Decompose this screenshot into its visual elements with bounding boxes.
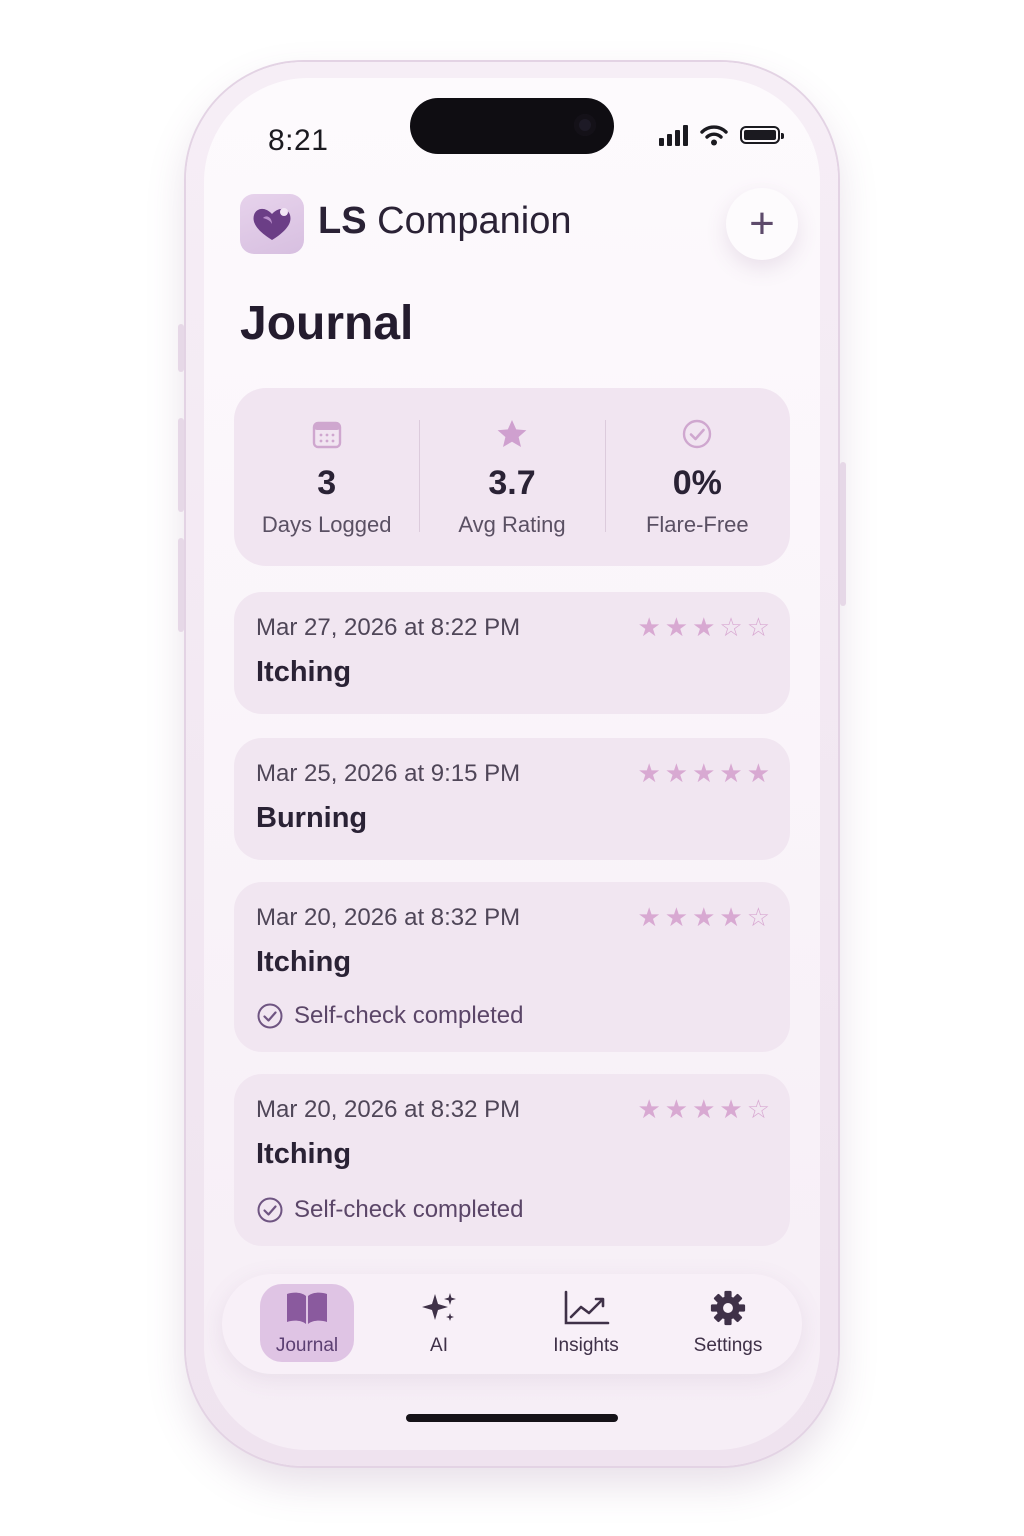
stat-value: 0% (672, 464, 722, 502)
star-empty-icon: ☆ (746, 902, 770, 932)
self-check-status: Self-check completed (256, 1002, 523, 1030)
stat-avg-rating: 3.7 Avg Rating (419, 388, 604, 566)
screen: 8:21 LS Companion + Journal 3 Days Logge… (204, 78, 820, 1450)
app-logo (240, 194, 304, 254)
phone-frame: 8:21 LS Companion + Journal 3 Days Logge… (178, 62, 846, 1466)
app-title-rest: Companion (377, 200, 572, 242)
entry-symptom: Itching (256, 946, 352, 978)
check-circle-icon (257, 1197, 283, 1223)
power-button (840, 462, 846, 606)
entry-rating: ★ ★ ★ ☆ ☆ (637, 614, 770, 640)
star-filled-icon: ★ (719, 1094, 743, 1124)
star-filled-icon: ★ (746, 758, 770, 788)
stat-label: Avg Rating (458, 512, 566, 537)
entry-rating: ★ ★ ★ ★ ★ (637, 760, 770, 786)
star-filled-icon: ★ (692, 1094, 716, 1124)
stat-days-logged: 3 Days Logged (234, 388, 419, 566)
star-filled-icon: ★ (692, 758, 716, 788)
stats-card: 3 Days Logged 3.7 Avg Rating 0% Flare-Fr… (234, 388, 790, 566)
dynamic-island (410, 98, 614, 154)
tab-ai[interactable]: AI (394, 1284, 484, 1362)
home-indicator[interactable] (406, 1414, 618, 1422)
gear-icon (710, 1290, 746, 1326)
star-filled-icon: ★ (664, 902, 689, 932)
sparkles-icon (422, 1293, 456, 1321)
star-filled-icon: ★ (637, 902, 661, 932)
stat-label: Flare-Free (645, 512, 749, 537)
battery-icon (740, 126, 784, 144)
stat-label: Days Logged (261, 512, 392, 537)
action-button (178, 324, 184, 372)
entry-symptom: Burning (256, 802, 368, 834)
star-filled-icon: ★ (664, 1094, 689, 1124)
tab-settings[interactable]: Settings (678, 1284, 778, 1362)
star-filled-icon: ★ (719, 902, 743, 932)
star-filled-icon: ★ (637, 1094, 661, 1124)
camera-icon (574, 114, 596, 136)
wifi-icon (700, 125, 728, 146)
journal-entry[interactable]: Mar 20, 2026 at 8:32 PM Itching ★ ★ ★ ★ ☆ Se… (234, 882, 790, 1052)
tab-bar: Journal AI Insights Settings (222, 1274, 802, 1374)
star-filled-icon: ★ (692, 612, 716, 642)
star-empty-icon: ☆ (746, 1094, 770, 1124)
volume-up-button (178, 418, 184, 512)
entry-rating: ★ ★ ★ ★ ☆ (637, 904, 770, 930)
cellular-signal-icon (659, 124, 688, 146)
self-check-label: Self-check completed (294, 1002, 524, 1029)
self-check-label: Self-check completed (294, 1196, 524, 1223)
tab-label: Journal (275, 1335, 339, 1356)
journal-entry[interactable]: Mar 27, 2026 at 8:22 PM Itching ★ ★ ★ ☆ ☆ (234, 592, 790, 714)
tab-insights[interactable]: Insights (536, 1284, 636, 1362)
entry-symptom: Itching (256, 656, 352, 688)
chart-icon (564, 1290, 610, 1325)
star-icon (497, 420, 527, 447)
star-empty-icon: ☆ (719, 612, 743, 642)
book-icon (287, 1292, 327, 1324)
star-filled-icon: ★ (692, 902, 716, 932)
journal-entry[interactable]: Mar 20, 2026 at 8:32 PM Itching ★ ★ ★ ★ ☆ Se… (234, 1074, 790, 1246)
status-time: 8:21 (268, 124, 329, 157)
calendar-icon (312, 421, 341, 449)
volume-down-button (178, 538, 184, 632)
entry-rating: ★ ★ ★ ★ ☆ (637, 1096, 770, 1122)
page-title: Journal (240, 297, 414, 350)
entry-symptom: Itching (256, 1138, 352, 1170)
check-circle-icon (683, 419, 712, 449)
tab-label: AI (430, 1335, 448, 1356)
tab-label: Insights (553, 1335, 619, 1356)
star-filled-icon: ★ (719, 758, 743, 788)
star-filled-icon: ★ (664, 758, 689, 788)
entry-date: Mar 25, 2026 at 9:15 PM (256, 760, 521, 787)
self-check-status: Self-check completed (256, 1196, 523, 1224)
stat-value: 3 (317, 464, 337, 502)
status-icons (659, 124, 784, 146)
star-filled-icon: ★ (637, 612, 661, 642)
star-filled-icon: ★ (637, 758, 661, 788)
heart-logo-icon (253, 208, 291, 240)
stat-value: 3.7 (488, 464, 536, 502)
add-entry-button[interactable]: + (726, 188, 798, 260)
star-empty-icon: ☆ (746, 612, 770, 642)
stat-flare-free: 0% Flare-Free (604, 388, 790, 566)
entry-date: Mar 27, 2026 at 8:22 PM (256, 614, 521, 641)
check-circle-icon (257, 1003, 283, 1029)
star-filled-icon: ★ (664, 612, 689, 642)
app-title-bold: LS (318, 200, 367, 242)
tab-label: Settings (693, 1335, 763, 1356)
app-title: LS Companion (318, 200, 571, 243)
entry-date: Mar 20, 2026 at 8:32 PM (256, 904, 521, 931)
entry-date: Mar 20, 2026 at 8:32 PM (256, 1096, 521, 1123)
tab-journal[interactable]: Journal (260, 1284, 354, 1362)
journal-entry[interactable]: Mar 25, 2026 at 9:15 PM Burning ★ ★ ★ ★ ★ (234, 738, 790, 860)
